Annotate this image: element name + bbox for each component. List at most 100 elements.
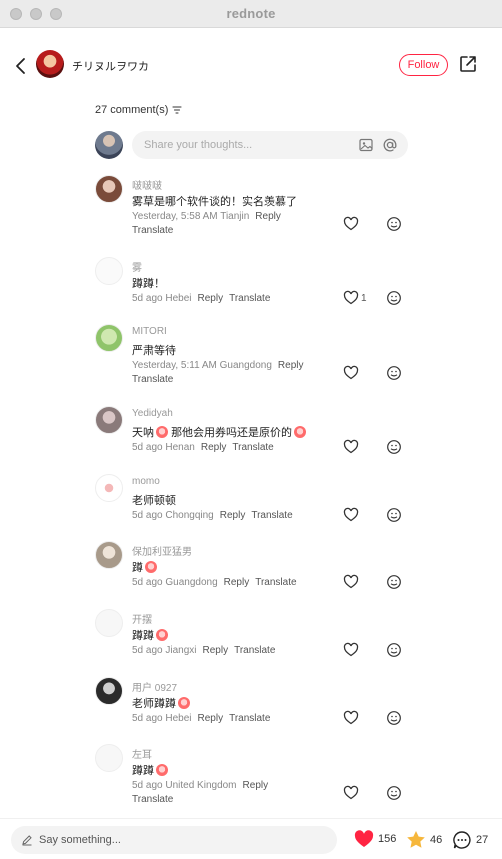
reply-button[interactable]: Reply: [243, 780, 269, 791]
collect-button[interactable]: 46: [406, 830, 442, 849]
commenter-name[interactable]: Yedidyah: [132, 408, 173, 419]
say-something-input[interactable]: Say something...: [11, 826, 337, 854]
comment-time-location: 5d ago Chongqing: [132, 510, 214, 521]
comment-meta: 5d ago Chongqing Reply Translate: [132, 510, 293, 521]
comment-text-part: 蹲蹲: [132, 765, 154, 777]
sticker-icon: [156, 629, 168, 641]
emoji-react-icon[interactable]: [386, 216, 402, 232]
commenter-name[interactable]: 开摆: [132, 611, 152, 626]
commenter-avatar[interactable]: [95, 609, 123, 637]
comment-text: 老师顿顿: [132, 495, 176, 507]
reply-button[interactable]: Reply: [255, 211, 281, 222]
comment-text: 蹲: [132, 559, 157, 575]
author-name[interactable]: チリヌルヲワカ: [72, 58, 149, 74]
comment-bubble-icon: [453, 831, 471, 849]
commenter-name[interactable]: momo: [132, 476, 160, 487]
reply-button[interactable]: Reply: [198, 713, 224, 724]
translate-button[interactable]: Translate: [132, 225, 173, 236]
reply-button[interactable]: Reply: [224, 577, 250, 588]
reply-button[interactable]: Reply: [203, 645, 229, 656]
like-heart-icon[interactable]: [343, 507, 359, 523]
like-heart-icon[interactable]: [343, 365, 359, 381]
reply-button[interactable]: Reply: [198, 293, 224, 304]
emoji-react-icon[interactable]: [386, 785, 402, 801]
commenter-avatar[interactable]: [95, 677, 123, 705]
comment-time-location: 5d ago Hebei: [132, 293, 192, 304]
comment-text-part: 天呐: [132, 427, 154, 439]
emoji-react-icon[interactable]: [386, 439, 402, 455]
comments-count-sort[interactable]: 27 comment(s): [95, 104, 182, 116]
commenter-avatar[interactable]: [95, 541, 123, 569]
reply-button[interactable]: Reply: [201, 442, 227, 453]
translate-button[interactable]: Translate: [132, 374, 173, 385]
comment-text-part: 那他会用券吗还是原价的: [171, 427, 293, 439]
say-something-placeholder: Say something...: [39, 834, 121, 846]
commenter-avatar[interactable]: [95, 257, 123, 285]
like-heart-icon[interactable]: [343, 785, 359, 801]
sticker-icon: [145, 561, 157, 573]
comment-meta: 5d ago Henan Reply Translate: [132, 442, 274, 453]
comment-meta: 5d ago Guangdong Reply Translate: [132, 577, 297, 588]
back-button[interactable]: [10, 54, 30, 78]
commenter-name[interactable]: 啵啵啵: [132, 177, 162, 192]
comment-meta: 5d ago Hebei Reply Translate: [132, 293, 270, 304]
close-window-button[interactable]: [10, 8, 22, 20]
comment-text-part: 老师蹲蹲: [132, 698, 176, 710]
translate-button[interactable]: Translate: [255, 577, 296, 588]
follow-button[interactable]: Follow: [399, 54, 448, 76]
like-post-button[interactable]: 156: [354, 830, 396, 848]
window-titlebar: rednote: [0, 0, 502, 28]
comment-time-location: Yesterday, 5:58 AM Tianjin: [132, 211, 250, 222]
chevron-left-icon: [16, 58, 25, 74]
commenter-avatar[interactable]: [95, 175, 123, 203]
commenter-avatar[interactable]: [95, 324, 123, 352]
translate-button[interactable]: Translate: [232, 442, 273, 453]
commenter-avatar[interactable]: [95, 406, 123, 434]
like-heart-icon[interactable]: [343, 710, 359, 726]
translate-button[interactable]: Translate: [229, 713, 270, 724]
commenter-name[interactable]: 保加利亚猛男: [132, 543, 192, 558]
like-heart-icon[interactable]: [343, 574, 359, 590]
image-icon[interactable]: [358, 137, 374, 153]
emoji-react-icon[interactable]: [386, 710, 402, 726]
mention-icon[interactable]: [382, 137, 398, 153]
like-heart-icon[interactable]: [343, 439, 359, 455]
share-button[interactable]: [458, 54, 478, 74]
comment-meta: 5d ago Hebei Reply Translate: [132, 713, 270, 724]
window-controls: [10, 8, 62, 20]
like-heart-icon[interactable]: [343, 290, 359, 306]
commenter-name[interactable]: 左耳: [132, 746, 152, 761]
comment-text: 老师蹲蹲: [132, 695, 190, 711]
translate-button[interactable]: Translate: [251, 510, 292, 521]
comment-meta: 5d ago Jiangxi Reply Translate: [132, 645, 275, 656]
commenter-avatar[interactable]: [95, 474, 123, 502]
translate-button[interactable]: Translate: [234, 645, 275, 656]
comments-button[interactable]: 27: [452, 830, 488, 850]
zoom-window-button[interactable]: [50, 8, 62, 20]
comments-count-label: 27 comment(s): [95, 104, 169, 116]
comment-text-part: 蹲蹲: [132, 630, 154, 642]
comment-time-location: 5d ago United Kingdom: [132, 780, 237, 791]
emoji-react-icon[interactable]: [386, 365, 402, 381]
commenter-name[interactable]: MITORI: [132, 326, 167, 337]
comment-meta: Yesterday, 5:58 AM Tianjin Reply: [132, 211, 281, 222]
emoji-react-icon[interactable]: [386, 290, 402, 306]
like-heart-icon[interactable]: [343, 216, 359, 232]
emoji-react-icon[interactable]: [386, 507, 402, 523]
pencil-icon: [22, 835, 32, 846]
heart-filled-icon: [354, 830, 374, 847]
comment-text: 蹲蹲！: [132, 278, 165, 290]
reply-button[interactable]: Reply: [278, 360, 304, 371]
minimize-window-button[interactable]: [30, 8, 42, 20]
commenter-name[interactable]: 雾: [132, 259, 142, 274]
commenter-name[interactable]: 用户 0927: [132, 679, 177, 694]
like-heart-icon[interactable]: [343, 642, 359, 658]
translate-button[interactable]: Translate: [229, 293, 270, 304]
emoji-react-icon[interactable]: [386, 574, 402, 590]
commenter-avatar[interactable]: [95, 744, 123, 772]
translate-button[interactable]: Translate: [132, 794, 173, 805]
star-filled-icon: [407, 831, 425, 848]
reply-button[interactable]: Reply: [220, 510, 246, 521]
author-avatar[interactable]: [36, 50, 64, 78]
emoji-react-icon[interactable]: [386, 642, 402, 658]
